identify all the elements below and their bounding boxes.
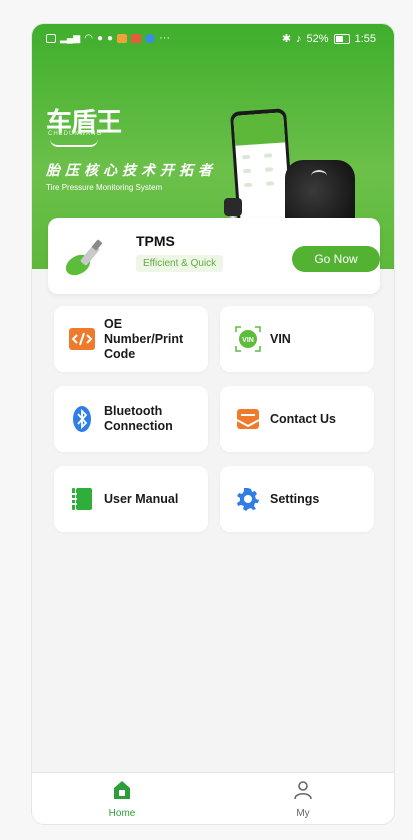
status-icons-left: ▂▄▆ ◠ ● ● ···: [46, 32, 170, 44]
vin-label: VIN: [270, 331, 291, 346]
go-now-button[interactable]: Go Now: [292, 246, 380, 272]
vin-tile[interactable]: VIN VIN: [220, 306, 374, 372]
tab-my-label: My: [296, 808, 310, 819]
status-bar: ▂▄▆ ◠ ● ● ··· ✱ ♪ 52% 1:55: [32, 24, 394, 54]
mute-icon: ♪: [296, 32, 302, 45]
signal-icon: ▂▄▆: [60, 32, 81, 43]
browser-notif-icon: [145, 33, 156, 43]
manual-label: User Manual: [104, 491, 179, 506]
bluetooth-label: Bluetooth Connection: [104, 404, 173, 433]
home-icon: [114, 781, 130, 799]
battery-percent: 52%: [306, 32, 329, 45]
svg-text:VIN: VIN: [242, 337, 254, 344]
code-icon: [69, 328, 95, 350]
bluetooth-icon: [73, 406, 91, 432]
settings-label: Settings: [270, 491, 320, 506]
tpms-card[interactable]: TPMS Efficient & Quick Go Now: [48, 218, 380, 294]
tab-home-label: Home: [108, 808, 136, 819]
tab-home[interactable]: Home: [82, 779, 162, 819]
message-icon: ●: [107, 32, 114, 44]
chat-icon: ●: [96, 32, 104, 44]
tab-my[interactable]: My: [263, 779, 343, 819]
contact-label: Contact Us: [270, 411, 336, 426]
slogan-zh: 胎压核心技术开拓者: [46, 162, 217, 178]
brand-logo-en: CHEDUNWANG: [48, 131, 103, 137]
manual-tile[interactable]: User Manual: [54, 466, 208, 532]
settings-tile[interactable]: Settings: [220, 466, 374, 532]
tpms-sensor-icon: [65, 239, 103, 276]
hd-icon: [46, 33, 56, 43]
app-window: ▂▄▆ ◠ ● ● ··· ✱ ♪ 52% 1:55 车盾王 CHEDUNWAN…: [32, 24, 394, 824]
oe-number-tile[interactable]: OE Number/Print Code: [54, 306, 208, 372]
logo-swoosh: [50, 139, 98, 147]
battery-icon: [333, 33, 350, 44]
bottom-tab-bar: Home My: [32, 772, 394, 824]
vin-icon: VIN: [235, 326, 261, 352]
tpms-tag: Efficient & Quick: [136, 255, 224, 272]
contact-tile[interactable]: Contact Us: [220, 386, 374, 452]
bluetooth-tile[interactable]: Bluetooth Connection: [54, 386, 208, 452]
wifi-icon: ◠: [84, 32, 93, 44]
gear-icon: [237, 488, 259, 511]
status-icons-right: ✱ ♪ 52% 1:55: [281, 32, 376, 46]
more-notifications: ···: [159, 32, 171, 44]
user-icon: [294, 781, 312, 800]
oe-number-label: OE Number/Print Code: [104, 316, 184, 361]
video-notif-icon: [131, 33, 142, 43]
slogan-en: Tire Pressure Monitoring System: [46, 183, 163, 192]
tpms-title: TPMS: [136, 233, 175, 249]
book-icon: [72, 488, 92, 510]
mail-icon: [236, 409, 260, 429]
bluetooth-status-icon: ✱: [281, 33, 292, 45]
clock: 1:55: [354, 32, 376, 45]
app-notif-icon: [117, 33, 128, 43]
